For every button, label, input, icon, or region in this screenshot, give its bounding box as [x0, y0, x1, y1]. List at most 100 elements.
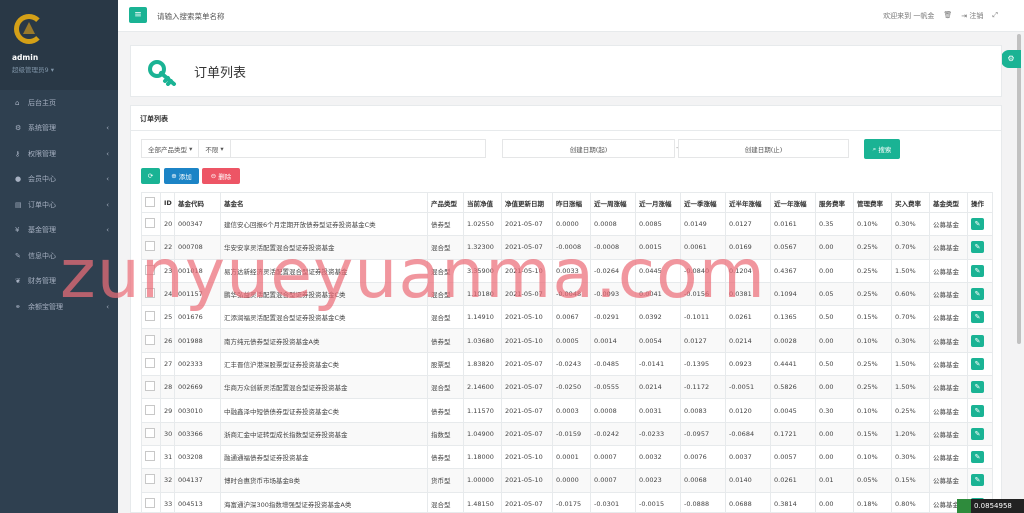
table-cell: 0.25% [853, 351, 892, 377]
edit-icon[interactable]: ✎ [971, 288, 984, 301]
table-cell: 0.0149 [680, 211, 726, 237]
table-cell: 0.1721 [770, 421, 816, 446]
table-cell: 1.50% [891, 351, 930, 377]
row-checkbox[interactable] [145, 218, 155, 229]
key-icon [148, 60, 176, 86]
chevron-left-icon: ‹ [106, 200, 109, 209]
menu-toggle-button[interactable]: ≡ [129, 7, 147, 23]
table-cell: 0.10% [853, 398, 892, 423]
page-header: 订单列表 [130, 45, 1002, 97]
table-row: 29 003010 中融鑫泽中短债债券型证券投资基金C类 债券型 1.11570 2021… [141, 398, 993, 423]
table-cell: 公募基金 [929, 351, 968, 377]
fullscreen-icon[interactable]: ⤢ [992, 11, 998, 21]
table-cell: 0.0023 [635, 468, 681, 493]
select-all-checkbox[interactable] [145, 196, 155, 207]
row-checkbox[interactable] [145, 404, 155, 415]
table-cell: 0.80% [891, 491, 930, 512]
table-cell: 0.0008 [590, 211, 636, 237]
date-end-input[interactable]: 创建日期(止) [678, 139, 849, 158]
table-cell: 公募基金 [929, 235, 968, 260]
sidebar-item-label: 权限管理 [28, 149, 56, 158]
refresh-button[interactable]: ⟳ [141, 168, 160, 184]
table-cell: 0.10% [853, 211, 892, 237]
column-header: 基金类型 [929, 192, 968, 213]
table-row: 30 003366 浙商汇金中证转型成长指数型证券投资基金 指数型 1.04900 202… [141, 421, 993, 446]
row-checkbox[interactable] [145, 451, 155, 462]
table-cell: 0.0000 [552, 468, 591, 493]
delete-button[interactable]: ⊖ 删除 [202, 168, 240, 184]
key-icon: ⚷ [15, 149, 21, 158]
date-start-input[interactable]: 创建日期(起) [502, 139, 675, 158]
table-cell: 0.00 [815, 491, 854, 512]
panel-title: 订单列表 [140, 115, 168, 123]
table-cell: 华商万众创新灵活配置混合型证券投资基金 [220, 375, 428, 400]
sidebar-item-label: 信息中心 [28, 251, 56, 260]
table-row: 32 004137 博时合惠货币市场基金B类 货币型 1.00000 2021-05-10… [141, 468, 993, 493]
page-scrollbar[interactable] [1017, 34, 1021, 344]
row-checkbox[interactable] [145, 474, 155, 485]
table-cell: 0.0031 [635, 398, 681, 423]
edit-icon[interactable]: ✎ [971, 241, 984, 254]
row-checkbox[interactable] [145, 427, 155, 438]
page-title: 订单列表 [194, 66, 247, 81]
row-checkbox[interactable] [145, 357, 155, 368]
row-checkbox[interactable] [145, 497, 155, 508]
leaf-icon: ❦ [15, 277, 21, 286]
edit-icon[interactable]: ✎ [971, 311, 984, 324]
edit-icon[interactable]: ✎ [971, 427, 984, 440]
table-cell: -0.0888 [680, 491, 726, 512]
search-button[interactable]: ⌕ 搜索 [864, 139, 900, 159]
table-cell: -0.0243 [552, 351, 591, 377]
row-select-cell [141, 491, 161, 512]
column-header: 操作 [967, 192, 993, 213]
table-cell: 0.0068 [680, 468, 726, 493]
table-cell: 公募基金 [929, 305, 968, 330]
add-button[interactable]: ⊕ 添加 [164, 168, 199, 184]
table-cell: 公募基金 [929, 468, 968, 493]
limit-select[interactable]: 不限 ▾ [199, 140, 231, 157]
edit-icon[interactable]: ✎ [971, 264, 984, 277]
table-cell: 002333 [174, 351, 221, 377]
sidebar-item-0[interactable]: ⌂ 后台主页 [0, 90, 118, 116]
row-select-cell [141, 421, 161, 446]
edit-icon[interactable]: ✎ [971, 474, 984, 487]
table-cell: -0.0242 [590, 421, 636, 446]
profile-username[interactable]: admin [12, 53, 38, 62]
sidebar-item-1[interactable]: ⚙ 系统管理 ‹ [0, 116, 118, 142]
edit-icon[interactable]: ✎ [971, 381, 984, 394]
table-cell: 公募基金 [929, 444, 968, 470]
row-select-cell [141, 351, 161, 377]
table-cell: 2021-05-10 [501, 444, 553, 470]
table-cell: 股票型 [427, 351, 464, 377]
edit-icon[interactable]: ✎ [971, 404, 984, 417]
profile-role-dropdown[interactable]: 超级管理员9 ▾ [12, 64, 54, 74]
sidebar-item-4[interactable]: ▤ 订单中心 ‹ [0, 192, 118, 218]
search-icon: ⌕ [872, 144, 877, 153]
table-cell: 0.0014 [590, 328, 636, 353]
table-cell: 0.0140 [725, 468, 771, 493]
sidebar-item-label: 会员中心 [28, 175, 56, 184]
table-cell: 0.25% [853, 375, 892, 400]
table-cell: 0.30% [891, 444, 930, 470]
edit-icon[interactable]: ✎ [971, 334, 984, 347]
edit-icon[interactable]: ✎ [971, 357, 984, 370]
wrench-icon: ✎ [15, 251, 21, 260]
table-cell: 0.0567 [770, 235, 816, 260]
table-cell: 债券型 [427, 211, 464, 237]
table-cell: 004137 [174, 468, 221, 493]
table-cell: 建信安心回报6个月定期开放债券型证券投资基金C类 [220, 211, 428, 237]
edit-icon[interactable]: ✎ [971, 451, 984, 464]
sidebar-item-2[interactable]: ⚷ 权限管理 ‹ [0, 141, 118, 167]
trash-icon[interactable]: 🗑 [943, 11, 952, 21]
sidebar-item-3[interactable]: ● 会员中心 ‹ [0, 167, 118, 193]
theme-settings-button[interactable]: ⚙ [1001, 50, 1021, 68]
logout-link[interactable]: ⇥ 注销 [961, 11, 983, 21]
table-cell: 混合型 [427, 491, 464, 512]
row-checkbox[interactable] [145, 334, 155, 345]
edit-icon[interactable]: ✎ [971, 218, 984, 231]
table-cell: 0.3814 [770, 491, 816, 512]
product-type-select[interactable]: 全部产品类型 ▾ [142, 140, 200, 157]
menu-search-input[interactable]: 请输入搜索菜单名称 [157, 11, 225, 22]
table-cell: 0.50 [815, 305, 854, 330]
row-checkbox[interactable] [145, 381, 155, 392]
